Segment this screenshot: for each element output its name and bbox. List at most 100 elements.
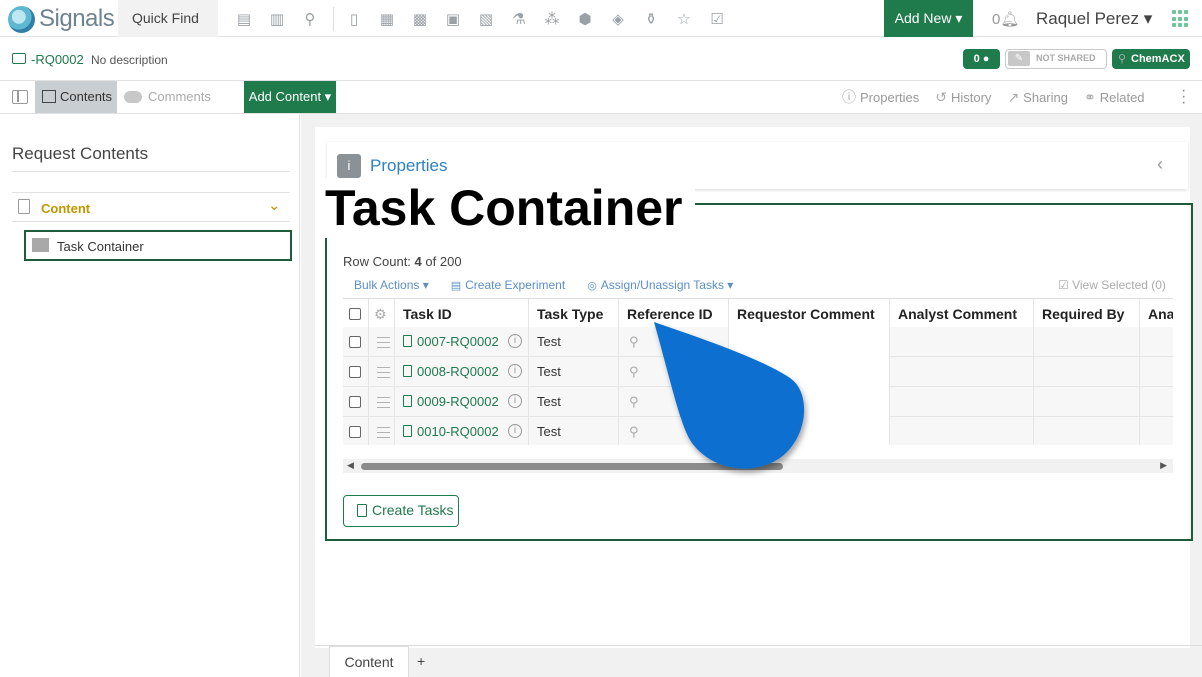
user-menu[interactable]: Raquel Perez ▾ [1036,9,1152,29]
tab-properties[interactable]: ⓘ Properties [842,87,919,107]
task-container-item[interactable]: Task Container [24,230,292,261]
comment-count: 0 [973,53,980,65]
share-icon: ↗ [1007,88,1020,105]
request-icon[interactable]: ▣ [443,9,463,29]
chevron-down-icon: ⌄ [268,197,281,214]
signals-logo[interactable]: Signals [8,5,115,33]
drag-handle-icon[interactable]: — — — [377,420,390,443]
select-all-checkbox[interactable] [349,308,361,320]
add-new-button[interactable]: Add New ▾ [884,0,973,37]
clipboard-icon[interactable]: ▦ [377,9,397,29]
lab-icon[interactable]: ⚗ [509,9,529,29]
row-checkbox[interactable] [349,396,361,408]
calendar-icon[interactable]: ▩ [410,9,430,29]
comments-badge[interactable]: 0 ● [963,49,1000,69]
scroll-left-icon[interactable]: ◀ [347,460,354,471]
analyst-comment-cell[interactable] [890,327,1034,357]
star-icon[interactable]: ☆ [674,9,694,29]
row-checkbox[interactable] [349,366,361,378]
column-header-task-type[interactable]: Task Type [529,299,619,329]
analyst-comment-cell[interactable] [890,357,1034,387]
column-header-required-by[interactable]: Required By [1034,299,1140,329]
search-icon[interactable]: ⚲ [300,9,320,29]
row-select-cell [343,357,369,387]
apps-grid-icon[interactable] [1172,10,1190,28]
create-experiment-label: Create Experiment [465,278,566,292]
hexagon-icon[interactable]: ⬢ [575,9,595,29]
tab-comments[interactable]: Comments [124,81,211,113]
analyst-comment-cell[interactable] [890,417,1034,445]
tab-contents[interactable]: Contents [35,81,117,113]
task-link[interactable]: 0009-RQ0002 [403,394,499,409]
tab-history-label: History [950,89,992,105]
analyst-cell[interactable] [1140,327,1173,357]
view-selected-label: View Selected (0) [1072,278,1166,292]
tab-sharing[interactable]: ↗ Sharing [1007,89,1068,106]
teardrop-pointer-annotation [654,322,805,469]
flask-icon[interactable]: ⚱ [641,9,661,29]
create-tasks-button[interactable]: Create Tasks [343,495,459,527]
tab-related[interactable]: ⚭ Related [1084,89,1145,106]
speech-bubble-icon: ● [982,53,990,65]
column-header-task-id[interactable]: Task ID [395,299,529,329]
task-id-cell: 0007-RQ0002 i [395,327,529,357]
content-section-header[interactable]: Content ⌄ [12,192,290,222]
drag-cell: — — — [369,387,395,417]
history-icon: ↺ [935,88,947,105]
create-experiment-button[interactable]: ▤ Create Experiment [451,278,565,292]
drag-handle-icon[interactable]: — — — [377,360,390,383]
analyst-cell[interactable] [1140,357,1173,387]
info-icon[interactable]: i [508,334,522,348]
more-options-icon[interactable]: · · · [1181,83,1186,111]
task-link[interactable]: 0010-RQ0002 [403,424,499,439]
required-by-cell[interactable] [1034,417,1140,445]
notebook-icon[interactable]: ▯ [344,9,364,29]
task-link[interactable]: 0008-RQ0002 [403,364,499,379]
task-icon[interactable]: ▧ [476,9,496,29]
tab-content[interactable]: Content [329,646,409,677]
row-checkbox[interactable] [349,426,361,438]
search-icon: ⚲ [629,364,639,379]
required-by-cell[interactable] [1034,357,1140,387]
required-by-cell[interactable] [1034,387,1140,417]
analyst-comment-cell[interactable] [890,387,1034,417]
network-icon[interactable]: ⁂ [542,9,562,29]
chevron-left-icon[interactable]: ‹ [1157,154,1163,175]
entity-toolbar: Contents Comments Add Content ▾ ⓘ Propert… [0,81,1202,114]
analyst-cell[interactable] [1140,387,1173,417]
row-checkbox[interactable] [349,336,361,348]
tab-history[interactable]: ↺ History [935,89,991,106]
assign-tasks-button[interactable]: ◎ Assign/Unassign Tasks ▾ [587,278,733,292]
chemacx-button[interactable]: ⚲ ChemACX [1112,49,1190,69]
column-header-analyst-comment[interactable]: Analyst Comment [890,299,1034,329]
bulk-actions-button[interactable]: Bulk Actions ▾ [354,278,429,292]
shield-icon[interactable]: ◈ [608,9,628,29]
sharing-badge[interactable]: ✎ NOT SHARED [1005,49,1107,69]
tasks-icon[interactable]: ☑ [707,9,727,29]
info-icon[interactable]: i [508,394,522,408]
notifications[interactable]: 0🔔︎ [992,10,1019,28]
scroll-right-icon[interactable]: ▶ [1160,460,1167,471]
panel-toggle-icon[interactable] [12,90,28,104]
column-header-analyst[interactable]: Analyst [1140,299,1173,329]
gear-icon[interactable]: ⚙ [374,299,387,329]
required-by-cell[interactable] [1034,327,1140,357]
clipboard-icon: ▤ [450,279,462,292]
row-select-cell [343,417,369,445]
nav-divider [333,7,334,31]
tab-contents-label: Contents [60,89,113,104]
info-icon[interactable]: i [508,364,522,378]
drag-handle-icon[interactable]: — — — [377,330,390,353]
bulk-actions-label: Bulk Actions ▾ [354,278,429,292]
view-selected-toggle[interactable]: ☑ View Selected (0) [1058,278,1166,292]
add-content-button[interactable]: Add Content ▾ [244,81,336,113]
drag-handle-icon[interactable]: — — — [377,390,390,413]
quick-find-button[interactable]: Quick Find [118,0,218,37]
request-description[interactable]: No description [91,53,168,67]
chart-icon[interactable]: ▥ [267,9,287,29]
analyst-cell[interactable] [1140,417,1173,445]
info-icon[interactable]: i [508,424,522,438]
add-tab-button[interactable]: + [417,653,425,669]
task-link[interactable]: 0007-RQ0002 [403,334,499,349]
dashboard-icon[interactable]: ▤ [234,9,254,29]
